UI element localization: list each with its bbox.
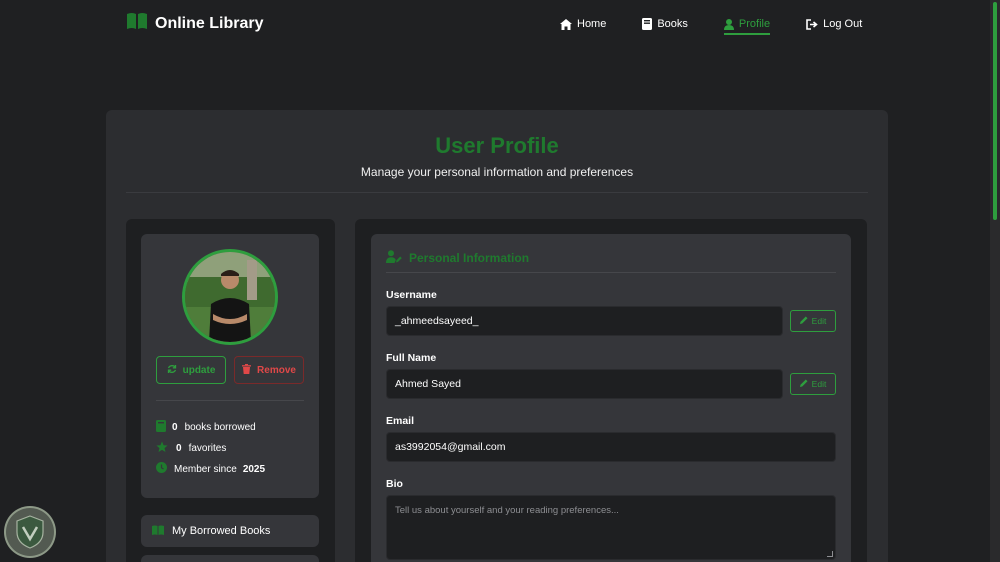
avatar[interactable] xyxy=(182,249,278,345)
favorites-label: favorites xyxy=(188,443,227,454)
bio-placeholder: Tell us about yourself and your reading … xyxy=(395,505,619,516)
clock-icon xyxy=(156,462,167,476)
open-book-icon xyxy=(126,12,148,35)
navbar: Online Library Home Books Profile Log Ou… xyxy=(0,0,990,48)
bio-label: Bio xyxy=(386,478,403,490)
brand[interactable]: Online Library xyxy=(126,12,263,35)
member-year: 2025 xyxy=(242,463,266,475)
sidebar-item[interactable] xyxy=(141,555,319,562)
update-photo-button[interactable]: update xyxy=(156,356,226,384)
edit-label: Edit xyxy=(811,316,827,326)
page-subtitle: Manage your personal information and pre… xyxy=(360,165,634,179)
stat-member-since: Member since 2025 xyxy=(156,462,272,476)
sidebar-item-label: My Borrowed Books xyxy=(172,525,271,537)
books-label: books borrowed xyxy=(184,422,256,433)
divider xyxy=(156,400,304,401)
nav-links: Home Books Profile Log Out xyxy=(560,15,898,35)
star-icon xyxy=(156,441,168,456)
profile-card: update Remove 0 books borrowed 0 favorit… xyxy=(141,234,319,498)
section-title-label: Personal Information xyxy=(409,251,530,265)
resize-handle[interactable] xyxy=(827,551,833,557)
divider xyxy=(126,192,868,193)
nav-home-label: Home xyxy=(577,18,607,30)
edit-username-button[interactable]: Edit xyxy=(790,310,836,332)
book-icon xyxy=(156,420,166,435)
books-count: 0 xyxy=(172,422,178,433)
pencil-icon xyxy=(799,379,808,389)
nav-books-link[interactable]: Books xyxy=(642,15,688,33)
page-title: User Profile xyxy=(435,133,559,158)
sidebar-item-borrowed-books[interactable]: My Borrowed Books xyxy=(141,515,319,547)
book-icon xyxy=(642,18,653,30)
stat-favorites: 0 favorites xyxy=(156,441,226,456)
favorites-count: 0 xyxy=(176,443,182,454)
edit-label: Edit xyxy=(811,379,827,389)
user-edit-icon xyxy=(386,250,402,266)
content-panel: Personal Information Username _ahmeedsay… xyxy=(355,219,867,562)
member-label: Member since xyxy=(174,463,237,475)
bio-textarea[interactable]: Tell us about yourself and your reading … xyxy=(386,495,836,560)
home-icon xyxy=(560,18,572,30)
nav-logout-link[interactable]: Log Out xyxy=(806,15,862,33)
username-field[interactable]: _ahmeedsayeed_ xyxy=(386,306,783,336)
nav-profile-link[interactable]: Profile xyxy=(723,15,771,35)
watermark-logo xyxy=(4,506,56,558)
nav-home-link[interactable]: Home xyxy=(560,15,606,33)
update-label: update xyxy=(182,364,216,376)
scrollbar[interactable] xyxy=(990,0,1000,562)
remove-label: Remove xyxy=(257,364,296,376)
logout-icon xyxy=(806,18,818,30)
section-title: Personal Information xyxy=(386,250,529,266)
scrollbar-thumb[interactable] xyxy=(993,2,997,220)
sidebar: update Remove 0 books borrowed 0 favorit… xyxy=(126,219,335,562)
user-icon xyxy=(723,18,734,30)
nav-logout-label: Log Out xyxy=(823,18,863,30)
brand-name: Online Library xyxy=(155,14,264,32)
pencil-icon xyxy=(799,316,808,326)
remove-photo-button[interactable]: Remove xyxy=(234,356,304,384)
books-icon xyxy=(152,525,164,538)
email-field[interactable]: as3992054@gmail.com xyxy=(386,432,836,462)
fullname-field[interactable]: Ahmed Sayed xyxy=(386,369,783,399)
trash-icon xyxy=(242,363,252,377)
nav-profile-label: Profile xyxy=(738,18,771,30)
username-label: Username xyxy=(386,289,437,301)
fullname-label: Full Name xyxy=(386,352,437,364)
nav-books-label: Books xyxy=(657,18,688,30)
personal-info-card: Personal Information Username _ahmeedsay… xyxy=(371,234,851,562)
profile-container: User Profile Manage your personal inform… xyxy=(106,110,888,562)
refresh-icon xyxy=(167,364,177,377)
divider xyxy=(386,272,836,273)
edit-fullname-button[interactable]: Edit xyxy=(790,373,836,395)
stat-books-borrowed: 0 books borrowed xyxy=(156,420,256,435)
email-label: Email xyxy=(386,415,415,427)
